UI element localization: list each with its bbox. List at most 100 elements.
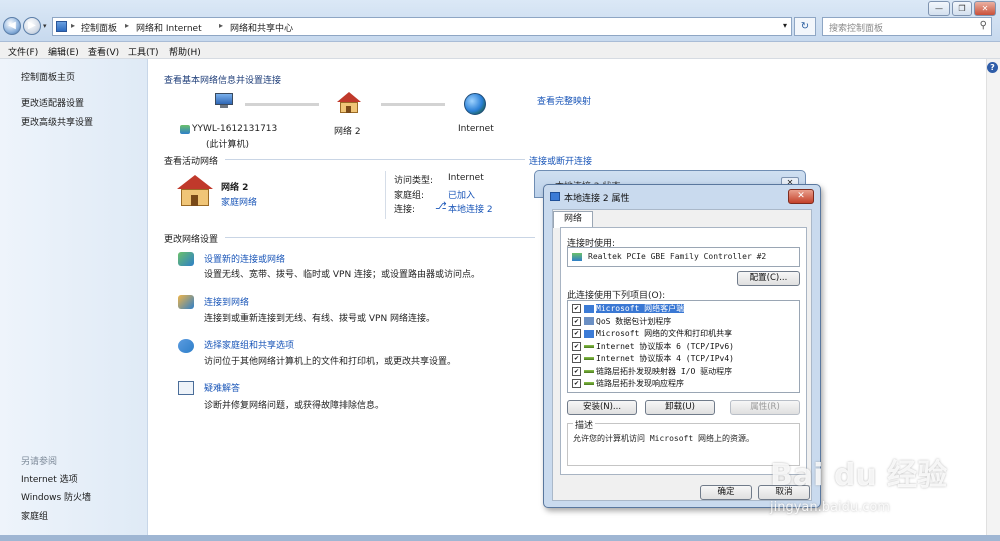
dialog-close-button[interactable]: ✕	[788, 189, 814, 204]
list-item-label: QoS 数据包计划程序	[596, 316, 672, 326]
list-item[interactable]: ✔ 链路层拓扑发现响应程序	[572, 378, 684, 391]
list-item[interactable]: ✔ QoS 数据包计划程序	[572, 316, 671, 329]
description-label: 描述	[573, 418, 596, 431]
list-item[interactable]: ✔ Internet 协议版本 4 (TCP/IPv4)	[572, 353, 734, 366]
components-list[interactable]: ✔ Microsoft 网络客户端 ✔ QoS 数据包计划程序 ✔ Microsoft…	[567, 300, 800, 393]
breadcrumb-network-internet[interactable]: 网络和 Internet	[136, 21, 202, 34]
list-item-label: Internet 协议版本 6 (TCP/IPv6)	[596, 341, 734, 351]
uninstall-button[interactable]: 卸载(U)	[645, 400, 715, 415]
breadcrumb-separator-icon: ▸	[219, 21, 224, 30]
checkbox[interactable]: ✔	[572, 329, 581, 338]
task-setup-new-connection-link[interactable]: 设置新的连接或网络	[204, 252, 285, 265]
adapter-field: Realtek PCIe GBE Family Controller #2	[567, 247, 800, 267]
menu-help[interactable]: 帮助(H)	[169, 45, 201, 58]
back-arrow-icon: ◀	[8, 20, 16, 31]
list-item[interactable]: ✔ Internet 协议版本 6 (TCP/IPv6)	[572, 341, 734, 354]
checkbox[interactable]: ✔	[572, 379, 581, 388]
network-adapter-icon	[180, 125, 190, 134]
sidebar-link-control-panel-home[interactable]: 控制面板主页	[21, 70, 75, 83]
section-divider	[225, 159, 525, 160]
back-button[interactable]: ◀	[3, 17, 21, 35]
map-computer-name[interactable]: YYWL-1612131713	[192, 124, 277, 134]
map-computer-sub: (此计算机)	[206, 140, 250, 150]
map-connector-line	[381, 103, 445, 106]
maximize-button[interactable]: ❐	[952, 1, 972, 16]
view-full-map-link[interactable]: 查看完整映射	[537, 94, 591, 107]
list-item-label: Microsoft 网络客户端	[596, 304, 685, 313]
connect-disconnect-link[interactable]: 连接或断开连接	[529, 154, 592, 167]
list-item[interactable]: ✔ Microsoft 网络客户端	[572, 303, 685, 316]
menu-view[interactable]: 查看(V)	[88, 45, 119, 58]
sidebar: 控制面板主页 更改适配器设置 更改高级共享设置 另请参阅 Internet 选项…	[0, 59, 148, 537]
checkbox[interactable]: ✔	[572, 316, 581, 326]
computer-icon	[213, 93, 235, 109]
setup-connection-icon	[178, 252, 194, 266]
breadcrumb-separator-icon: ▸	[71, 21, 76, 30]
menu-file[interactable]: 文件(F)	[8, 45, 38, 58]
service-icon	[584, 329, 594, 338]
checkbox[interactable]: ✔	[572, 304, 581, 313]
minimize-button[interactable]: —	[928, 1, 950, 16]
sidebar-link-advanced-sharing[interactable]: 更改高级共享设置	[21, 115, 93, 128]
task-troubleshoot-desc: 诊断并修复网络问题，或获得故障排除信息。	[204, 401, 385, 411]
sidebar-link-internet-options[interactable]: Internet 选项	[21, 472, 78, 485]
checkbox[interactable]: ✔	[572, 354, 581, 363]
properties-button[interactable]: 属性(R)	[730, 400, 800, 415]
watermark-url: jingyan.baidu.com	[770, 500, 890, 515]
configure-button[interactable]: 配置(C)...	[737, 271, 800, 286]
map-internet-label[interactable]: Internet	[458, 124, 494, 134]
checkbox[interactable]: ✔	[572, 366, 581, 376]
recent-pages-chevron-icon[interactable]: ▾	[43, 22, 47, 30]
breadcrumb-network-sharing-center[interactable]: 网络和共享中心	[230, 21, 293, 34]
change-settings-heading: 更改网络设置	[164, 235, 219, 245]
sidebar-link-adapter-settings[interactable]: 更改适配器设置	[21, 96, 84, 109]
address-bar[interactable]: ▸ 控制面板 ▸ 网络和 Internet ▸ 网络和共享中心 ▾	[52, 17, 792, 36]
client-icon	[584, 304, 594, 313]
forward-arrow-icon: ▶	[28, 20, 36, 31]
active-network-type-link[interactable]: 家庭网络	[221, 195, 257, 208]
search-placeholder: 搜索控制面板	[829, 24, 884, 34]
control-panel-icon	[56, 21, 67, 32]
install-button[interactable]: 安装(N)...	[567, 400, 637, 415]
forward-button[interactable]: ▶	[23, 17, 41, 35]
map-network-name[interactable]: 网络 2	[334, 124, 361, 137]
connection-adapter-icon: ⎇	[435, 201, 447, 212]
vertical-scrollbar[interactable]	[986, 59, 1000, 537]
task-homegroup-sharing-desc: 访问位于其他网络计算机上的文件和打印机，或更改共享设置。	[204, 357, 457, 367]
network-connection-icon	[550, 192, 560, 201]
homegroup-joined-link[interactable]: 已加入	[448, 188, 475, 201]
menu-tools[interactable]: 工具(T)	[128, 45, 159, 58]
ok-button[interactable]: 确定	[700, 485, 752, 500]
list-item-label: Internet 协议版本 4 (TCP/IPv4)	[596, 354, 734, 363]
protocol-icon	[584, 344, 594, 348]
sidebar-link-windows-firewall[interactable]: Windows 防火墙	[21, 490, 91, 503]
map-connector-line	[245, 103, 319, 106]
close-window-button[interactable]: ✕	[974, 1, 996, 16]
connect-network-icon	[178, 295, 194, 309]
menu-edit[interactable]: 编辑(E)	[48, 45, 79, 58]
help-icon[interactable]: ?	[987, 62, 998, 73]
refresh-button[interactable]: ↻	[794, 17, 816, 36]
search-input[interactable]: 搜索控制面板 ⚲	[822, 17, 992, 36]
list-item[interactable]: ✔ Microsoft 网络的文件和打印机共享	[572, 328, 732, 341]
address-dropdown-icon[interactable]: ▾	[783, 21, 787, 30]
task-homegroup-sharing-link[interactable]: 选择家庭组和共享选项	[204, 338, 294, 351]
local-connection-link[interactable]: 本地连接 2	[448, 202, 493, 215]
checkbox[interactable]: ✔	[572, 341, 581, 351]
sidebar-see-also-heading: 另请参阅	[21, 457, 58, 467]
close-icon: ✕	[797, 191, 805, 201]
dialog-title: 本地连接 2 属性	[564, 194, 630, 204]
access-type-value: Internet	[448, 173, 484, 183]
task-connect-network-link[interactable]: 连接到网络	[204, 295, 249, 308]
tab-panel: 连接时使用: Realtek PCIe GBE Family Controlle…	[560, 227, 807, 475]
breadcrumb-control-panel[interactable]: 控制面板	[81, 21, 117, 34]
sidebar-link-homegroup[interactable]: 家庭组	[21, 509, 48, 522]
list-item-label: Microsoft 网络的文件和打印机共享	[596, 329, 733, 338]
tab-network[interactable]: 网络	[553, 211, 593, 228]
list-item[interactable]: ✔ 链路层拓扑发现映射器 I/O 驱动程序	[572, 366, 732, 379]
protocol-icon	[584, 357, 594, 360]
troubleshoot-icon	[178, 381, 194, 395]
watermark-logo: Bai du 经验	[770, 458, 948, 493]
task-troubleshoot-link[interactable]: 疑难解答	[204, 381, 240, 394]
protocol-icon	[584, 382, 594, 385]
